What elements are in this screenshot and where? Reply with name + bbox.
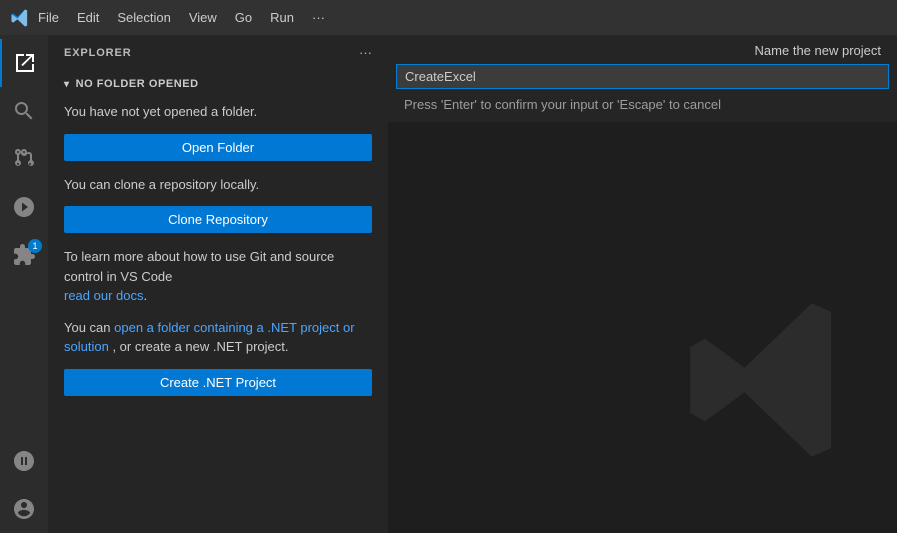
- activity-source-control[interactable]: [0, 135, 48, 183]
- menu-run[interactable]: Run: [262, 6, 302, 29]
- menu-file[interactable]: File: [30, 6, 67, 29]
- titlebar: File Edit Selection View Go Run ···: [0, 0, 897, 35]
- sidebar-header-actions[interactable]: ···: [359, 45, 372, 60]
- git-docs-pre: To learn more about how to use Git and s…: [64, 249, 334, 284]
- activity-extensions[interactable]: 1: [0, 231, 48, 279]
- main-layout: 1 EXPLORER ··· ▾ NO FOLDER OPENED You ha…: [0, 35, 897, 533]
- clone-repository-button[interactable]: Clone Repository: [64, 206, 372, 233]
- no-folder-text1: You have not yet opened a folder.: [64, 102, 372, 122]
- activity-bar: 1: [0, 35, 48, 533]
- activity-accounts[interactable]: [0, 485, 48, 533]
- command-palette-input-wrap[interactable]: [396, 64, 889, 89]
- net-pre: You can: [64, 320, 111, 335]
- activity-search[interactable]: [0, 87, 48, 135]
- read-docs-link[interactable]: read our docs: [64, 288, 144, 303]
- net-mid: , or create a new .NET project.: [112, 339, 288, 354]
- activity-remote[interactable]: [0, 437, 48, 485]
- sidebar: EXPLORER ··· ▾ NO FOLDER OPENED You have…: [48, 35, 388, 533]
- menu-edit[interactable]: Edit: [69, 6, 107, 29]
- activity-explorer[interactable]: [0, 39, 48, 87]
- open-folder-button[interactable]: Open Folder: [64, 134, 372, 161]
- no-folder-section[interactable]: ▾ NO FOLDER OPENED: [64, 78, 372, 90]
- clone-repo-text: You can clone a repository locally.: [64, 175, 372, 195]
- no-folder-title: NO FOLDER OPENED: [76, 78, 199, 90]
- project-name-input[interactable]: [405, 69, 880, 84]
- sidebar-title: EXPLORER: [64, 47, 132, 59]
- command-palette-hint: Press 'Enter' to confirm your input or '…: [388, 89, 897, 122]
- menu-go[interactable]: Go: [227, 6, 260, 29]
- vscode-logo-icon: [10, 8, 30, 28]
- chevron-down-icon: ▾: [64, 79, 70, 90]
- menu-view[interactable]: View: [181, 6, 225, 29]
- titlebar-menu: File Edit Selection View Go Run ···: [30, 6, 333, 29]
- more-actions-icon[interactable]: ···: [359, 45, 372, 60]
- command-palette-title: Name the new project: [388, 35, 897, 64]
- menu-selection[interactable]: Selection: [109, 6, 178, 29]
- net-project-text: You can open a folder containing a .NET …: [64, 318, 372, 357]
- vscode-watermark: [677, 290, 857, 473]
- sidebar-header: EXPLORER ···: [48, 35, 388, 70]
- command-palette: Name the new project Press 'Enter' to co…: [388, 35, 897, 122]
- menu-more[interactable]: ···: [304, 6, 333, 29]
- create-net-project-button[interactable]: Create .NET Project: [64, 369, 372, 396]
- git-docs-text: To learn more about how to use Git and s…: [64, 247, 372, 306]
- activity-run[interactable]: [0, 183, 48, 231]
- sidebar-content: ▾ NO FOLDER OPENED You have not yet open…: [48, 70, 388, 533]
- editor-area: Name the new project Press 'Enter' to co…: [388, 35, 897, 533]
- extensions-badge: 1: [28, 239, 42, 253]
